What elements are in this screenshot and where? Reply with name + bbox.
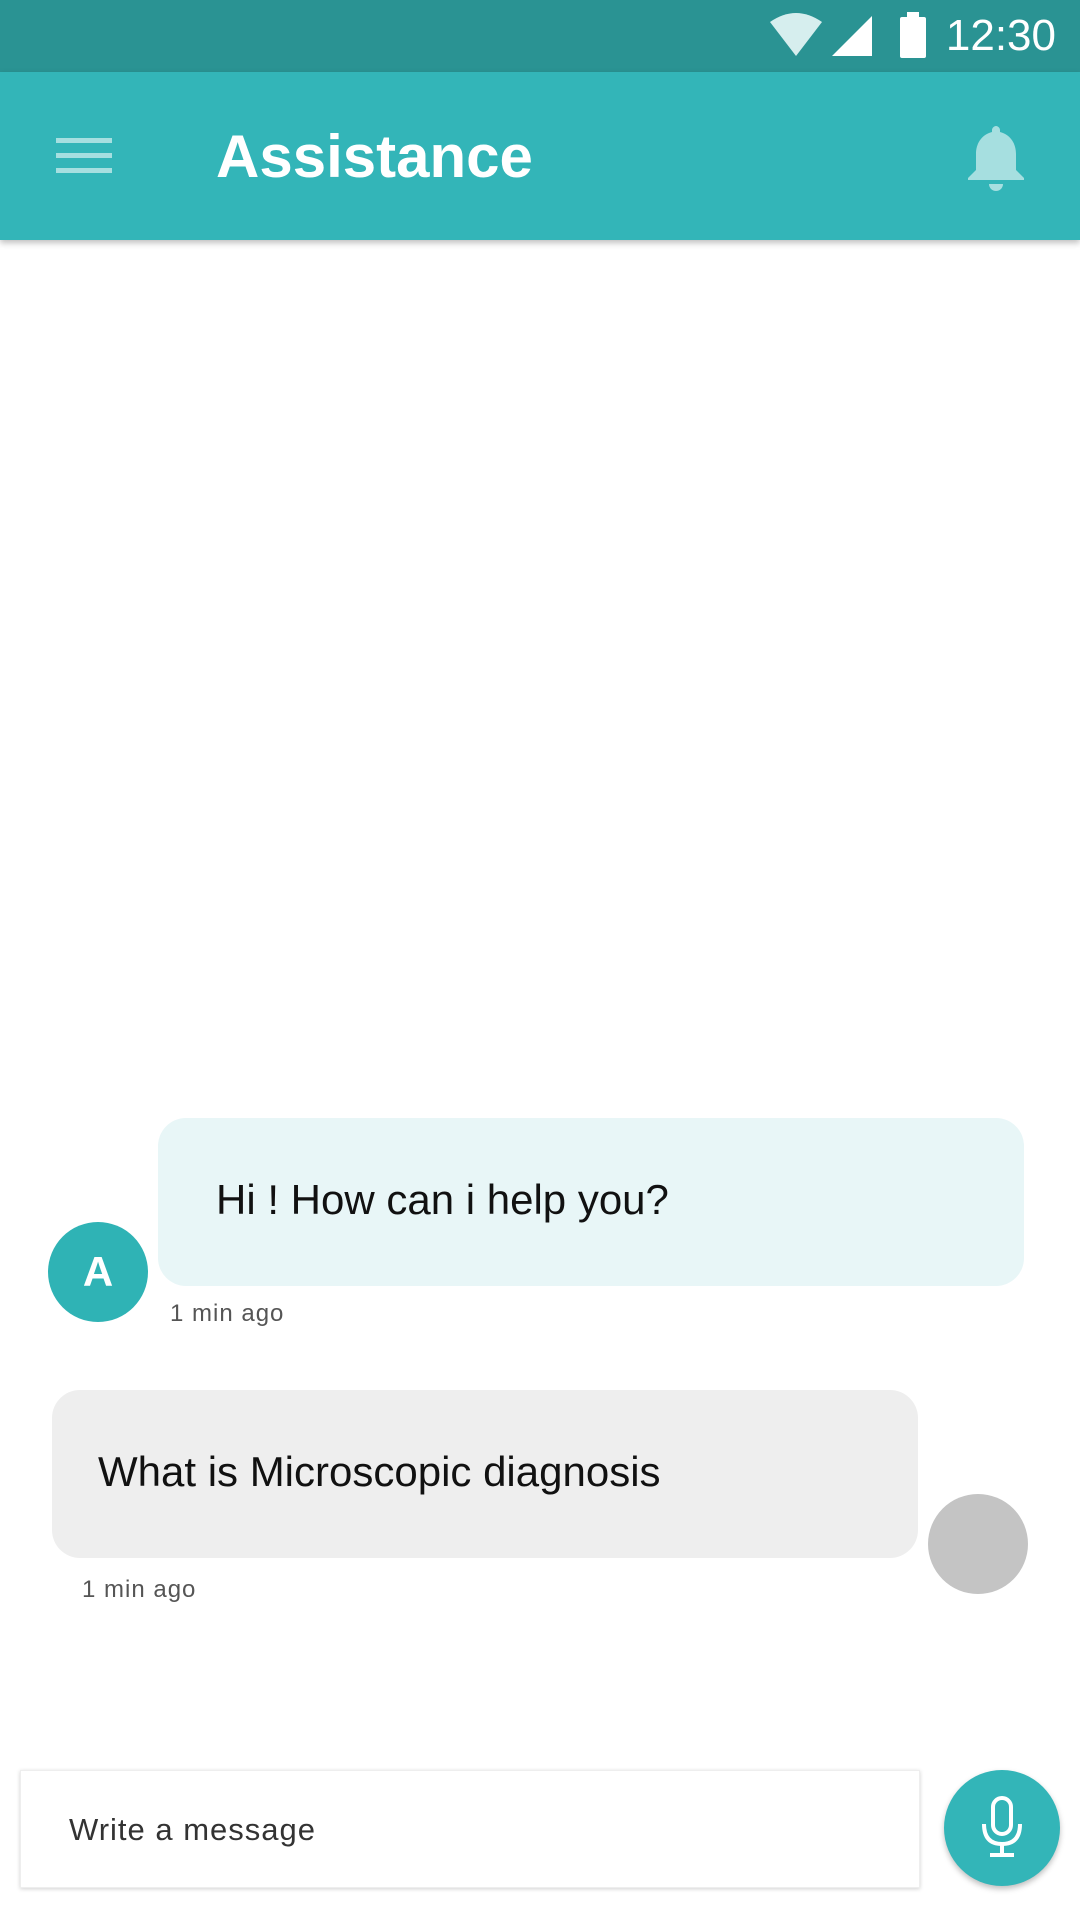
mic-button[interactable] <box>944 1770 1060 1886</box>
battery-icon <box>900 12 926 58</box>
user-message-time: 1 min ago <box>82 1576 197 1603</box>
mic-icon <box>982 1796 1022 1857</box>
assistant-message-bubble: Hi ! How can i help you? <box>158 1118 1024 1286</box>
chat-screen: 12:30 Assistance Hi ! How can i help you… <box>0 0 1080 1920</box>
status-time: 12:30 <box>945 11 1056 60</box>
user-avatar <box>928 1494 1028 1594</box>
assistant-avatar: A <box>48 1222 148 1322</box>
user-message-text: What is Microscopic diagnosis <box>98 1448 661 1495</box>
assistant-message-text: Hi ! How can i help you? <box>216 1176 669 1223</box>
menu-icon[interactable] <box>56 136 112 176</box>
message-input[interactable] <box>67 1801 871 1859</box>
message-composer <box>20 1770 920 1888</box>
wifi-icon <box>770 13 822 56</box>
bell-icon[interactable] <box>964 122 1028 192</box>
signal-icon <box>832 16 872 56</box>
app-bar: Assistance <box>0 72 1080 240</box>
status-bar: 12:30 <box>0 0 1080 72</box>
assistant-message-time: 1 min ago <box>170 1300 285 1327</box>
page-title: Assistance <box>216 123 533 190</box>
user-message-bubble: What is Microscopic diagnosis <box>52 1390 918 1558</box>
